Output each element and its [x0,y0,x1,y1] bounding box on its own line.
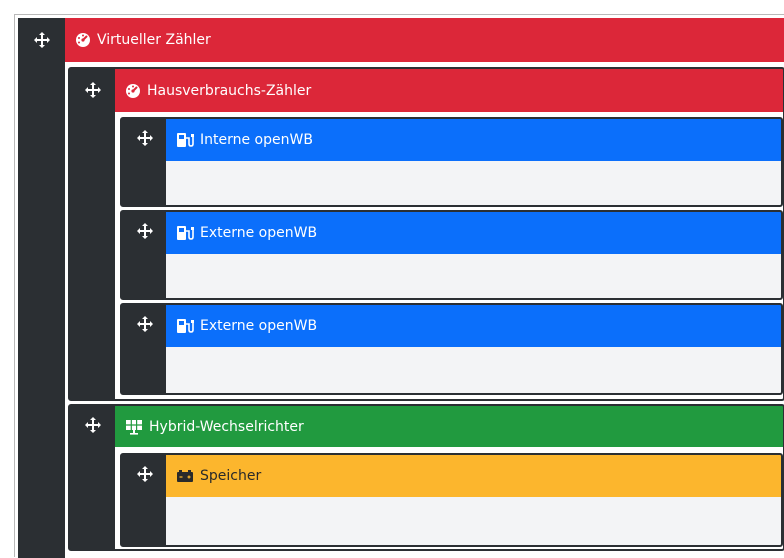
gauge-icon [125,83,141,99]
node-header[interactable]: Interne openWB [166,119,781,161]
node-label: Hausverbrauchs-Zähler [147,82,312,99]
battery-icon [176,469,194,483]
node-body [166,497,781,545]
move-arrows-icon [137,316,153,332]
charging-station-icon [176,225,194,241]
solar-panel-icon [125,419,143,435]
node-body [166,254,781,298]
node-body [166,347,781,393]
node-label: Speicher [200,468,262,484]
move-arrows-icon [137,223,153,239]
drag-handle[interactable] [18,18,65,558]
drag-handle[interactable] [122,212,166,298]
charging-station-icon [176,318,194,334]
node-label: Externe openWB [200,225,318,241]
drag-handle[interactable] [122,305,166,393]
node-header[interactable]: Externe openWB [166,212,781,254]
node-label: Hybrid-Wechselrichter [149,418,304,435]
tree-node-chargepoint: Externe openWB [120,210,783,300]
move-arrows-icon [34,32,50,48]
charging-station-icon [176,132,194,148]
drag-handle[interactable] [70,406,115,549]
node-header[interactable]: Virtueller Zähler [65,18,784,62]
move-arrows-icon [137,466,153,482]
node-label: Virtueller Zähler [97,32,211,48]
node-header[interactable]: Speicher [166,455,781,497]
gauge-icon [75,32,91,48]
move-arrows-icon [85,82,101,98]
tree-node-battery: Speicher [120,453,783,547]
node-label: Externe openWB [200,318,318,334]
component-tree: Virtueller Zähler Hausverbrauchs-Zähler [14,14,784,558]
node-body [166,161,781,205]
drag-handle[interactable] [122,455,166,545]
tree-node-chargepoint: Externe openWB [120,303,783,395]
node-header[interactable]: Hybrid-Wechselrichter [115,406,783,447]
node-label: Interne openWB [200,132,313,148]
drag-handle[interactable] [70,69,115,399]
move-arrows-icon [85,417,101,433]
tree-node-house-meter: Hausverbrauchs-Zähler Interne openWB Ext… [68,67,784,401]
drag-handle[interactable] [122,119,166,205]
node-header[interactable]: Externe openWB [166,305,781,347]
tree-node-virtual-meter: Virtueller Zähler Hausverbrauchs-Zähler [18,18,784,558]
tree-node-chargepoint: Interne openWB [120,117,783,207]
tree-node-hybrid-inverter: Hybrid-Wechselrichter Speicher [68,404,784,551]
move-arrows-icon [137,130,153,146]
node-header[interactable]: Hausverbrauchs-Zähler [115,69,783,112]
